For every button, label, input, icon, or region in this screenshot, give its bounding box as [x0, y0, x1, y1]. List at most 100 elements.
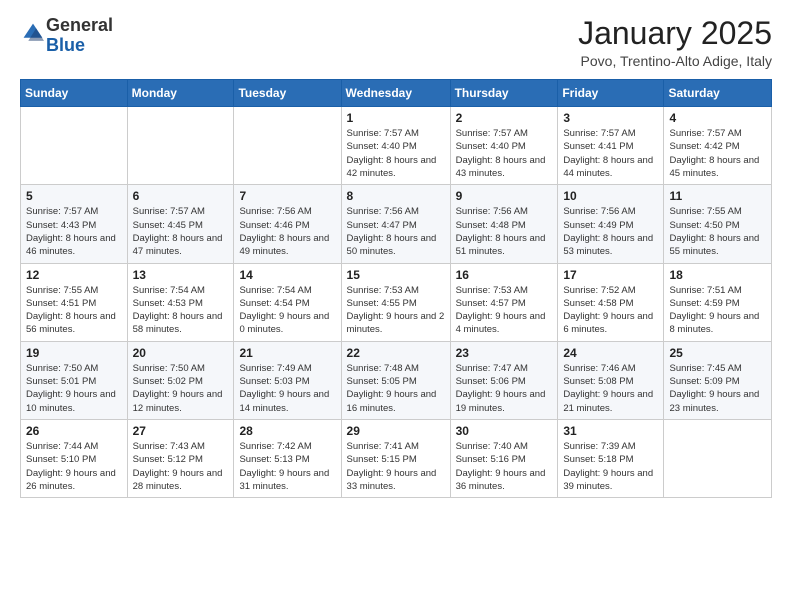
calendar-cell: 9 Sunrise: 7:56 AMSunset: 4:48 PMDaylight…	[450, 185, 558, 263]
day-number: 11	[669, 189, 766, 203]
calendar-cell: 28 Sunrise: 7:42 AMSunset: 5:13 PMDayligh…	[234, 419, 341, 497]
day-number: 20	[133, 346, 229, 360]
day-number: 3	[563, 111, 658, 125]
day-info: Sunrise: 7:56 AMSunset: 4:46 PMDaylight:…	[239, 205, 335, 258]
day-info: Sunrise: 7:40 AMSunset: 5:16 PMDaylight:…	[456, 440, 553, 493]
calendar-week-row: 26Sunrise: 7:44 AMSunset: 5:10 PMDayligh…	[21, 419, 772, 497]
calendar-cell: 10 Sunrise: 7:56 AMSunset: 4:49 PMDayligh…	[558, 185, 664, 263]
weekday-header: Saturday	[664, 80, 772, 107]
day-number: 18	[669, 268, 766, 282]
calendar-header-row: SundayMondayTuesdayWednesdayThursdayFrid…	[21, 80, 772, 107]
logo-blue-text: Blue	[46, 35, 85, 55]
day-number: 15	[347, 268, 445, 282]
day-number: 6	[133, 189, 229, 203]
day-number: 10	[563, 189, 658, 203]
day-number: 4	[669, 111, 766, 125]
day-info: Sunrise: 7:50 AMSunset: 5:01 PMDaylight:…	[26, 362, 122, 415]
calendar-cell: 4Sunrise: 7:57 AMSunset: 4:42 PMDaylight…	[664, 107, 772, 185]
calendar-cell: 8 Sunrise: 7:56 AMSunset: 4:47 PMDaylight…	[341, 185, 450, 263]
day-number: 24	[563, 346, 658, 360]
calendar-cell: 30Sunrise: 7:40 AMSunset: 5:16 PMDayligh…	[450, 419, 558, 497]
day-info: Sunrise: 7:52 AMSunset: 4:58 PMDaylight:…	[563, 284, 658, 337]
day-number: 25	[669, 346, 766, 360]
day-number: 26	[26, 424, 122, 438]
day-number: 27	[133, 424, 229, 438]
day-info: Sunrise: 7:56 AMSunset: 4:49 PMDaylight:…	[563, 205, 658, 258]
calendar-cell: 25 Sunrise: 7:45 AMSunset: 5:09 PMDayligh…	[664, 341, 772, 419]
calendar-title: January 2025	[578, 16, 772, 51]
weekday-header: Wednesday	[341, 80, 450, 107]
day-number: 9	[456, 189, 553, 203]
calendar-cell: 6 Sunrise: 7:57 AMSunset: 4:45 PMDaylight…	[127, 185, 234, 263]
calendar-cell: 24 Sunrise: 7:46 AMSunset: 5:08 PMDayligh…	[558, 341, 664, 419]
calendar-cell: 27 Sunrise: 7:43 AMSunset: 5:12 PMDayligh…	[127, 419, 234, 497]
day-number: 12	[26, 268, 122, 282]
calendar-subtitle: Povo, Trentino-Alto Adige, Italy	[578, 53, 772, 69]
day-number: 8	[347, 189, 445, 203]
day-number: 5	[26, 189, 122, 203]
calendar-table: SundayMondayTuesdayWednesdayThursdayFrid…	[20, 79, 772, 498]
weekday-header: Sunday	[21, 80, 128, 107]
day-number: 19	[26, 346, 122, 360]
header: General Blue January 2025 Povo, Trentino…	[20, 16, 772, 69]
day-info: Sunrise: 7:56 AMSunset: 4:48 PMDaylight:…	[456, 205, 553, 258]
day-number: 14	[239, 268, 335, 282]
day-info: Sunrise: 7:46 AMSunset: 5:08 PMDaylight:…	[563, 362, 658, 415]
day-info: Sunrise: 7:57 AMSunset: 4:45 PMDaylight:…	[133, 205, 229, 258]
calendar-cell: 20Sunrise: 7:50 AMSunset: 5:02 PMDayligh…	[127, 341, 234, 419]
day-info: Sunrise: 7:57 AMSunset: 4:40 PMDaylight:…	[347, 127, 445, 180]
calendar-cell	[664, 419, 772, 497]
calendar-week-row: 12 Sunrise: 7:55 AMSunset: 4:51 PMDayligh…	[21, 263, 772, 341]
day-info: Sunrise: 7:45 AMSunset: 5:09 PMDaylight:…	[669, 362, 766, 415]
day-number: 29	[347, 424, 445, 438]
calendar-week-row: 1 Sunrise: 7:57 AMSunset: 4:40 PMDaylight…	[21, 107, 772, 185]
calendar-page: General Blue January 2025 Povo, Trentino…	[0, 0, 792, 514]
calendar-week-row: 5 Sunrise: 7:57 AMSunset: 4:43 PMDaylight…	[21, 185, 772, 263]
calendar-cell: 11Sunrise: 7:55 AMSunset: 4:50 PMDayligh…	[664, 185, 772, 263]
calendar-cell: 13Sunrise: 7:54 AMSunset: 4:53 PMDayligh…	[127, 263, 234, 341]
day-info: Sunrise: 7:42 AMSunset: 5:13 PMDaylight:…	[239, 440, 335, 493]
weekday-header: Monday	[127, 80, 234, 107]
day-info: Sunrise: 7:57 AMSunset: 4:40 PMDaylight:…	[456, 127, 553, 180]
day-info: Sunrise: 7:43 AMSunset: 5:12 PMDaylight:…	[133, 440, 229, 493]
day-info: Sunrise: 7:57 AMSunset: 4:43 PMDaylight:…	[26, 205, 122, 258]
calendar-cell	[234, 107, 341, 185]
day-info: Sunrise: 7:53 AMSunset: 4:57 PMDaylight:…	[456, 284, 553, 337]
calendar-cell: 7 Sunrise: 7:56 AMSunset: 4:46 PMDaylight…	[234, 185, 341, 263]
calendar-cell: 26Sunrise: 7:44 AMSunset: 5:10 PMDayligh…	[21, 419, 128, 497]
day-number: 16	[456, 268, 553, 282]
day-info: Sunrise: 7:48 AMSunset: 5:05 PMDaylight:…	[347, 362, 445, 415]
calendar-cell: 5 Sunrise: 7:57 AMSunset: 4:43 PMDaylight…	[21, 185, 128, 263]
day-info: Sunrise: 7:53 AMSunset: 4:55 PMDaylight:…	[347, 284, 445, 337]
calendar-cell: 16 Sunrise: 7:53 AMSunset: 4:57 PMDayligh…	[450, 263, 558, 341]
day-number: 23	[456, 346, 553, 360]
day-number: 2	[456, 111, 553, 125]
day-number: 22	[347, 346, 445, 360]
calendar-cell	[127, 107, 234, 185]
logo-general-text: General	[46, 15, 113, 35]
day-info: Sunrise: 7:51 AMSunset: 4:59 PMDaylight:…	[669, 284, 766, 337]
day-info: Sunrise: 7:54 AMSunset: 4:53 PMDaylight:…	[133, 284, 229, 337]
calendar-cell: 21Sunrise: 7:49 AMSunset: 5:03 PMDayligh…	[234, 341, 341, 419]
weekday-header: Friday	[558, 80, 664, 107]
calendar-cell: 22 Sunrise: 7:48 AMSunset: 5:05 PMDayligh…	[341, 341, 450, 419]
day-number: 21	[239, 346, 335, 360]
day-number: 7	[239, 189, 335, 203]
weekday-header: Thursday	[450, 80, 558, 107]
day-info: Sunrise: 7:39 AMSunset: 5:18 PMDaylight:…	[563, 440, 658, 493]
day-info: Sunrise: 7:55 AMSunset: 4:51 PMDaylight:…	[26, 284, 122, 337]
day-number: 31	[563, 424, 658, 438]
logo-icon	[22, 22, 44, 44]
weekday-header: Tuesday	[234, 80, 341, 107]
calendar-cell: 15 Sunrise: 7:53 AMSunset: 4:55 PMDayligh…	[341, 263, 450, 341]
calendar-cell: 12 Sunrise: 7:55 AMSunset: 4:51 PMDayligh…	[21, 263, 128, 341]
day-info: Sunrise: 7:56 AMSunset: 4:47 PMDaylight:…	[347, 205, 445, 258]
calendar-cell: 1 Sunrise: 7:57 AMSunset: 4:40 PMDaylight…	[341, 107, 450, 185]
calendar-cell: 3Sunrise: 7:57 AMSunset: 4:41 PMDaylight…	[558, 107, 664, 185]
day-number: 1	[347, 111, 445, 125]
calendar-cell: 14Sunrise: 7:54 AMSunset: 4:54 PMDayligh…	[234, 263, 341, 341]
calendar-cell: 2 Sunrise: 7:57 AMSunset: 4:40 PMDaylight…	[450, 107, 558, 185]
day-info: Sunrise: 7:47 AMSunset: 5:06 PMDaylight:…	[456, 362, 553, 415]
day-number: 28	[239, 424, 335, 438]
logo: General Blue	[20, 16, 113, 56]
